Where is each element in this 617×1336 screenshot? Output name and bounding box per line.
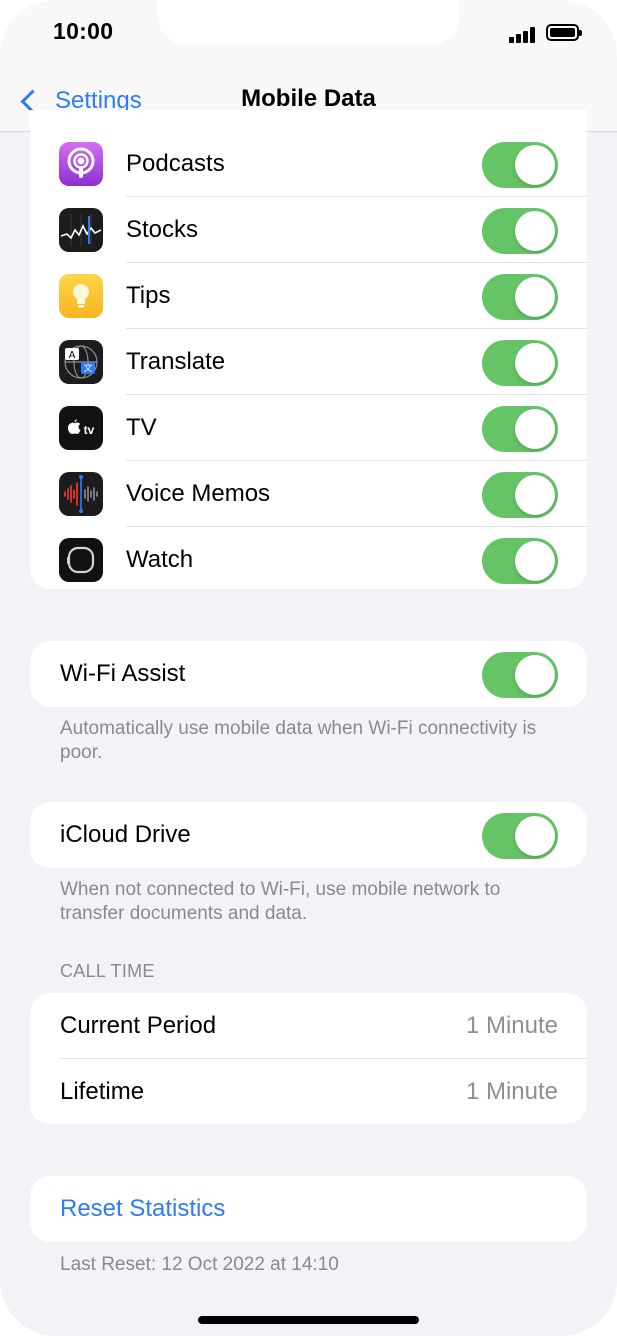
- podcasts-icon: [59, 142, 103, 186]
- icloud-drive-label: iCloud Drive: [60, 821, 191, 848]
- wifi-assist-footnote: Automatically use mobile data when Wi-Fi…: [60, 718, 537, 763]
- tv-icon: tv: [59, 406, 103, 450]
- list-item-stocks: Stocks: [30, 197, 587, 263]
- row-value: 1 Minute: [465, 1012, 558, 1039]
- stocks-icon: [59, 208, 103, 252]
- translate-icon: A 文: [59, 340, 103, 384]
- icloud-drive-group: iCloud Drive: [30, 802, 587, 868]
- watch-icon: [59, 538, 103, 582]
- wifi-assist-label: Wi-Fi Assist: [60, 660, 186, 687]
- app-name: Stocks: [126, 216, 199, 243]
- list-item-podcasts: Podcasts: [30, 131, 587, 197]
- list-item-watch: Watch: [30, 527, 587, 593]
- battery-icon: [546, 24, 582, 41]
- phone-screen: 10:00 Settings Mobile Data Podcasts Stoc…: [0, 0, 617, 1336]
- translate-toggle[interactable]: [482, 340, 558, 386]
- call-time-header: CALL TIME: [60, 961, 155, 981]
- reset-group: Reset Statistics: [30, 1176, 587, 1242]
- icloud-drive-footnote: When not connected to Wi-Fi, use mobile …: [60, 879, 501, 924]
- app-name: TV: [126, 414, 157, 441]
- svg-text:tv: tv: [84, 423, 95, 437]
- row-label: Lifetime: [60, 1078, 145, 1105]
- list-item-voice-memos: Voice Memos: [30, 461, 587, 527]
- voice-memos-icon: [59, 472, 103, 516]
- podcasts-toggle[interactable]: [482, 142, 558, 188]
- app-name: Podcasts: [126, 150, 225, 177]
- tips-toggle[interactable]: [482, 274, 558, 320]
- home-indicator[interactable]: [198, 1316, 419, 1324]
- app-name: Voice Memos: [126, 480, 271, 507]
- wifi-assist-row: Wi-Fi Assist: [30, 641, 587, 707]
- watch-toggle[interactable]: [482, 538, 558, 584]
- call-time-lifetime: Lifetime 1 Minute: [30, 1059, 587, 1125]
- apps-list: Podcasts Stocks Tips A 文 Translate tv TV…: [30, 110, 587, 589]
- page-title: Mobile Data: [241, 85, 376, 112]
- status-bar: 10:00: [0, 0, 617, 70]
- reset-statistics-button[interactable]: Reset Statistics: [60, 1176, 225, 1242]
- call-time-group: Current Period 1 Minute Lifetime 1 Minut…: [30, 993, 587, 1124]
- call-time-current-period: Current Period 1 Minute: [30, 993, 587, 1059]
- notch: [158, 0, 459, 44]
- stocks-toggle[interactable]: [482, 208, 558, 254]
- app-name: Tips: [126, 282, 171, 309]
- app-name: Watch: [126, 546, 194, 573]
- svg-text:文: 文: [83, 362, 92, 374]
- svg-text:A: A: [69, 350, 76, 361]
- tv-toggle[interactable]: [482, 406, 558, 452]
- tips-icon: [59, 274, 103, 318]
- row-label: Current Period: [60, 1012, 217, 1039]
- cellular-signal-icon: [509, 27, 537, 43]
- last-reset-text: Last Reset: 12 Oct 2022 at 14:10: [60, 1254, 339, 1275]
- icloud-drive-toggle[interactable]: [482, 813, 558, 859]
- row-value: 1 Minute: [465, 1078, 558, 1105]
- status-time: 10:00: [53, 18, 114, 44]
- list-item-tv: tv TV: [30, 395, 587, 461]
- app-name: Translate: [126, 348, 226, 375]
- list-item-translate: A 文 Translate: [30, 329, 587, 395]
- wifi-assist-toggle[interactable]: [482, 652, 558, 698]
- icloud-drive-row: iCloud Drive: [30, 802, 587, 868]
- wifi-assist-group: Wi-Fi Assist: [30, 641, 587, 707]
- list-item-tips: Tips: [30, 263, 587, 329]
- voice-memos-toggle[interactable]: [482, 472, 558, 518]
